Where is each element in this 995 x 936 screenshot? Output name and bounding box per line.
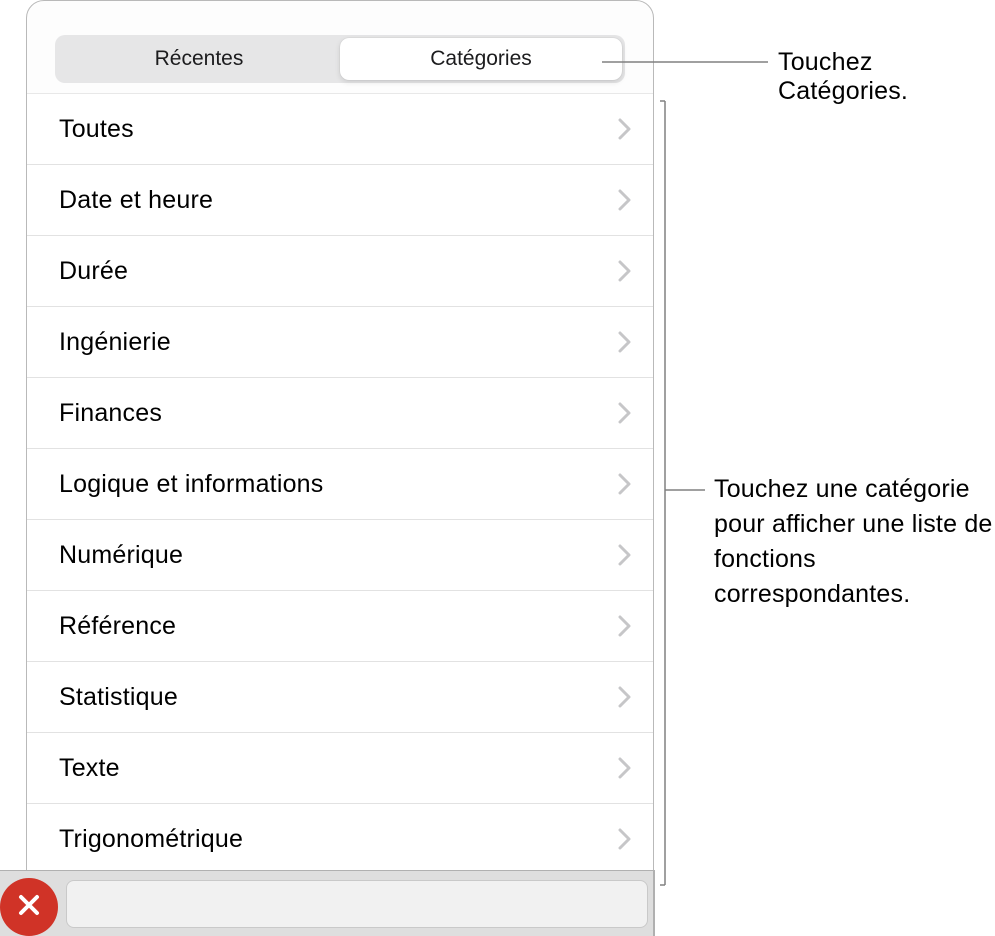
list-item[interactable]: Finances (27, 377, 653, 448)
category-label: Finances (59, 399, 162, 428)
tabs-segmented-control: Récentes Catégories (55, 35, 625, 83)
category-label: Ingénierie (59, 328, 171, 357)
category-label: Texte (59, 754, 120, 783)
chevron-right-icon (611, 186, 639, 214)
list-item[interactable]: Référence (27, 590, 653, 661)
chevron-right-icon (611, 754, 639, 782)
chevron-right-icon (611, 541, 639, 569)
tab-recent-label: Récentes (155, 47, 244, 71)
list-item[interactable]: Numérique (27, 519, 653, 590)
formula-input[interactable] (66, 880, 648, 928)
list-item[interactable]: Date et heure (27, 164, 653, 235)
chevron-right-icon (611, 328, 639, 356)
tab-categories-label: Catégories (430, 47, 532, 71)
list-item[interactable]: Durée (27, 235, 653, 306)
list-item[interactable]: Statistique (27, 661, 653, 732)
chevron-right-icon (611, 257, 639, 285)
chevron-right-icon (611, 399, 639, 427)
chevron-right-icon (611, 683, 639, 711)
right-border (653, 870, 655, 936)
category-label: Numérique (59, 541, 183, 570)
callout-mid: Touchez une catégorie pour afficher une … (714, 472, 995, 612)
category-label: Logique et informations (59, 470, 324, 499)
category-label: Toutes (59, 115, 134, 144)
callout-top: Touchez Catégories. (778, 48, 995, 106)
categories-list: Toutes Date et heure Durée Ingénierie Fi… (27, 93, 653, 874)
tab-recent[interactable]: Récentes (58, 38, 340, 80)
chevron-right-icon (611, 470, 639, 498)
category-label: Trigonométrique (59, 825, 243, 854)
chevron-right-icon (611, 612, 639, 640)
tab-categories[interactable]: Catégories (340, 38, 622, 80)
list-item[interactable]: Texte (27, 732, 653, 803)
list-item[interactable]: Toutes (27, 93, 653, 164)
list-item[interactable]: Trigonométrique (27, 803, 653, 874)
category-label: Référence (59, 612, 176, 641)
chevron-right-icon (611, 825, 639, 853)
close-icon (16, 892, 42, 923)
chevron-right-icon (611, 115, 639, 143)
list-item[interactable]: Logique et informations (27, 448, 653, 519)
category-label: Statistique (59, 683, 178, 712)
close-button[interactable] (0, 878, 58, 936)
category-label: Date et heure (59, 186, 213, 215)
functions-popover: Récentes Catégories Toutes Date et heure… (26, 0, 654, 891)
category-label: Durée (59, 257, 128, 286)
list-item[interactable]: Ingénierie (27, 306, 653, 377)
